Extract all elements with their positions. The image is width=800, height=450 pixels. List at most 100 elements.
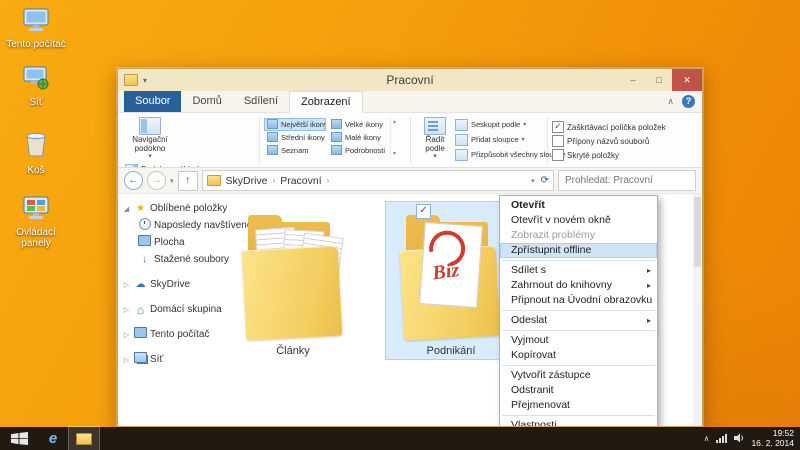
back-button[interactable]: ← — [124, 171, 143, 190]
computer-icon — [22, 19, 50, 36]
desktop-icon-recycle-bin[interactable]: Koš — [4, 130, 68, 176]
sort-by-button[interactable]: Řadit podle ▾ — [415, 116, 455, 161]
menu-item-zobrazit-problemy: Zobrazit problémy — [500, 228, 657, 243]
chevron-right-icon[interactable]: › — [273, 176, 276, 185]
gallery-up-icon[interactable]: ▴ — [393, 118, 396, 125]
menu-separator — [502, 365, 655, 366]
menu-item-zahrnout-do-knihovny[interactable]: Zahrnout do knihovny▸ — [500, 278, 657, 293]
tray-expand-icon[interactable]: ∧ — [704, 434, 710, 443]
breadcrumb[interactable]: SkyDrive › Pracovní › ▾ ⟳ — [202, 170, 554, 191]
chevron-collapsed-icon[interactable]: ▷ — [122, 306, 131, 314]
qat-dropdown-icon[interactable]: ▾ — [143, 76, 147, 85]
taskbar-clock[interactable]: 19:52 16. 2. 2014 — [751, 429, 794, 448]
layout-item-small-icons[interactable]: Malé ikony — [328, 131, 390, 144]
home-icon: ⌂ — [134, 304, 147, 316]
tabrow-right: ∧ ? — [667, 91, 702, 112]
menu-item-otevrit[interactable]: Otevřít — [500, 198, 657, 213]
fit-columns-button[interactable]: Přizpůsobit všechny sloupce — [455, 149, 541, 161]
layout-item-list[interactable]: Seznam — [264, 144, 326, 157]
folder-icon — [240, 208, 346, 342]
titlebar[interactable]: ▾ Pracovní – □ ✕ — [118, 69, 702, 91]
group-by-button[interactable]: Seskupit podle▾ — [455, 119, 541, 131]
layout-item-medium-icons[interactable]: Střední ikony — [264, 131, 326, 144]
menu-item-vyjmout[interactable]: Vyjmout — [500, 333, 657, 348]
network-tray-icon[interactable] — [716, 430, 727, 448]
layout-item-details[interactable]: Podrobnosti — [328, 144, 390, 157]
menu-separator — [502, 310, 655, 311]
navigation-pane-button[interactable]: Navigační podokno ▾ — [125, 116, 175, 161]
menu-item-pripnout-na-uvodni-obrazovku[interactable]: Připnout na Úvodní obrazovku — [500, 293, 657, 308]
breadcrumb-pracovni[interactable]: Pracovní — [278, 175, 323, 187]
refresh-icon[interactable]: ⟳ — [541, 175, 549, 186]
chevron-expanded-icon[interactable]: ◢ — [122, 205, 131, 213]
menu-item-prejmenovat[interactable]: Přejmenovat — [500, 398, 657, 413]
small-icons-icon — [331, 132, 342, 142]
item-checkboxes-checkbox[interactable]: ✓Zaškrtávací políčka položek — [552, 121, 666, 133]
menu-item-otevrit-v-novem-okne[interactable]: Otevřít v novém okně — [500, 213, 657, 228]
desktop-icon-control-panel[interactable]: Ovládací panely — [4, 196, 68, 249]
gallery-down-icon[interactable]: ▾ — [393, 150, 396, 157]
search-input[interactable] — [563, 174, 691, 187]
sidebar-item-downloads[interactable]: ↓Stažené soubory — [118, 251, 226, 268]
collapse-ribbon-icon[interactable]: ∧ — [667, 96, 674, 107]
maximize-button[interactable]: □ — [646, 69, 672, 91]
menu-item-odstranit[interactable]: Odstranit — [500, 383, 657, 398]
history-dropdown-icon[interactable]: ▾ — [170, 177, 174, 185]
tab-zobrazeni[interactable]: Zobrazení — [289, 91, 363, 113]
chevron-collapsed-icon[interactable]: ▷ — [122, 281, 131, 289]
desktop-icon-network[interactable]: Síť — [4, 66, 68, 108]
medium-icons-icon — [267, 132, 278, 142]
ribbon-group-panes: Navigační podokno ▾ Podokno náhledu Podo… — [122, 115, 258, 168]
tab-sdileni[interactable]: Sdílení — [233, 91, 289, 112]
item-checkbox-checked[interactable]: ✓ — [416, 204, 431, 219]
chevron-right-icon[interactable]: › — [327, 176, 330, 185]
desktop-icon-this-pc[interactable]: Tento počítač — [4, 8, 68, 50]
minimize-button[interactable]: – — [620, 69, 646, 91]
sidebar-item-favorites[interactable]: ◢★Oblíbené položky — [118, 200, 226, 217]
menu-item-odeslat[interactable]: Odeslat▸ — [500, 313, 657, 328]
help-icon[interactable]: ? — [682, 95, 695, 108]
sidebar-item-desktop[interactable]: Plocha — [118, 234, 226, 251]
menu-item-label: Vyjmout — [511, 334, 549, 346]
add-columns-button[interactable]: Přidat sloupce▾ — [455, 134, 541, 146]
close-button[interactable]: ✕ — [672, 69, 702, 91]
menu-item-sdilet-s[interactable]: Sdílet s▸ — [500, 263, 657, 278]
search-box[interactable] — [558, 170, 696, 191]
chevron-collapsed-icon[interactable]: ▷ — [122, 331, 131, 339]
hidden-items-checkbox[interactable]: Skryté položky — [552, 149, 666, 161]
tab-soubor[interactable]: Soubor — [124, 91, 181, 112]
start-button[interactable] — [0, 427, 38, 450]
clock-date: 16. 2. 2014 — [751, 438, 794, 448]
menu-item-vytvorit-zastupce[interactable]: Vytvořit zástupce — [500, 368, 657, 383]
dropdown-icon: ▾ — [433, 153, 437, 160]
scrollbar-thumb[interactable] — [694, 197, 701, 267]
sidebar-item-homegroup[interactable]: ▷⌂Domácí skupina — [118, 301, 226, 318]
sidebar-item-this-pc[interactable]: ▷Tento počítač — [118, 326, 226, 343]
control-panel-icon — [22, 207, 50, 224]
address-dropdown-icon[interactable]: ▾ — [531, 177, 535, 185]
sidebar-item-skydrive[interactable]: ▷☁SkyDrive — [118, 276, 226, 293]
menu-item-vlastnosti[interactable]: Vlastnosti — [500, 418, 657, 426]
folder-item-clanky[interactable]: Články — [228, 202, 358, 359]
chevron-collapsed-icon[interactable]: ▷ — [122, 356, 131, 364]
app-folder-icon[interactable] — [124, 74, 138, 86]
folder-item-podnikani[interactable]: ✓ Biz Podnikání — [386, 202, 516, 359]
details-view-icon — [331, 145, 342, 155]
volume-tray-icon[interactable] — [734, 430, 744, 448]
internet-explorer-button[interactable]: e — [38, 427, 68, 450]
layout-item-large-icons[interactable]: Velké ikony — [328, 118, 390, 131]
gallery-scroll[interactable]: ▴ ▾ — [390, 117, 398, 158]
breadcrumb-skydrive[interactable]: SkyDrive — [224, 175, 270, 187]
layout-item-largest-icons[interactable]: Největší ikony — [264, 118, 326, 131]
file-explorer-button[interactable] — [68, 426, 100, 450]
vertical-scrollbar[interactable] — [693, 194, 702, 426]
tab-domu[interactable]: Domů — [181, 91, 232, 112]
desktop: Tento počítač Síť Koš Ovládací panely ▾ … — [0, 0, 800, 450]
sidebar-item-recent[interactable]: Naposledy navštívené — [118, 217, 226, 234]
file-extensions-checkbox[interactable]: Přípony názvů souborů — [552, 135, 666, 147]
up-button[interactable]: ↑ — [178, 171, 198, 191]
sidebar-item-network[interactable]: ▷Síť — [118, 351, 226, 368]
forward-button[interactable]: → — [147, 171, 166, 190]
menu-item-kopirovat[interactable]: Kopírovat — [500, 348, 657, 363]
menu-item-zpristupnit-offline[interactable]: Zpřístupnit offline — [500, 243, 657, 258]
